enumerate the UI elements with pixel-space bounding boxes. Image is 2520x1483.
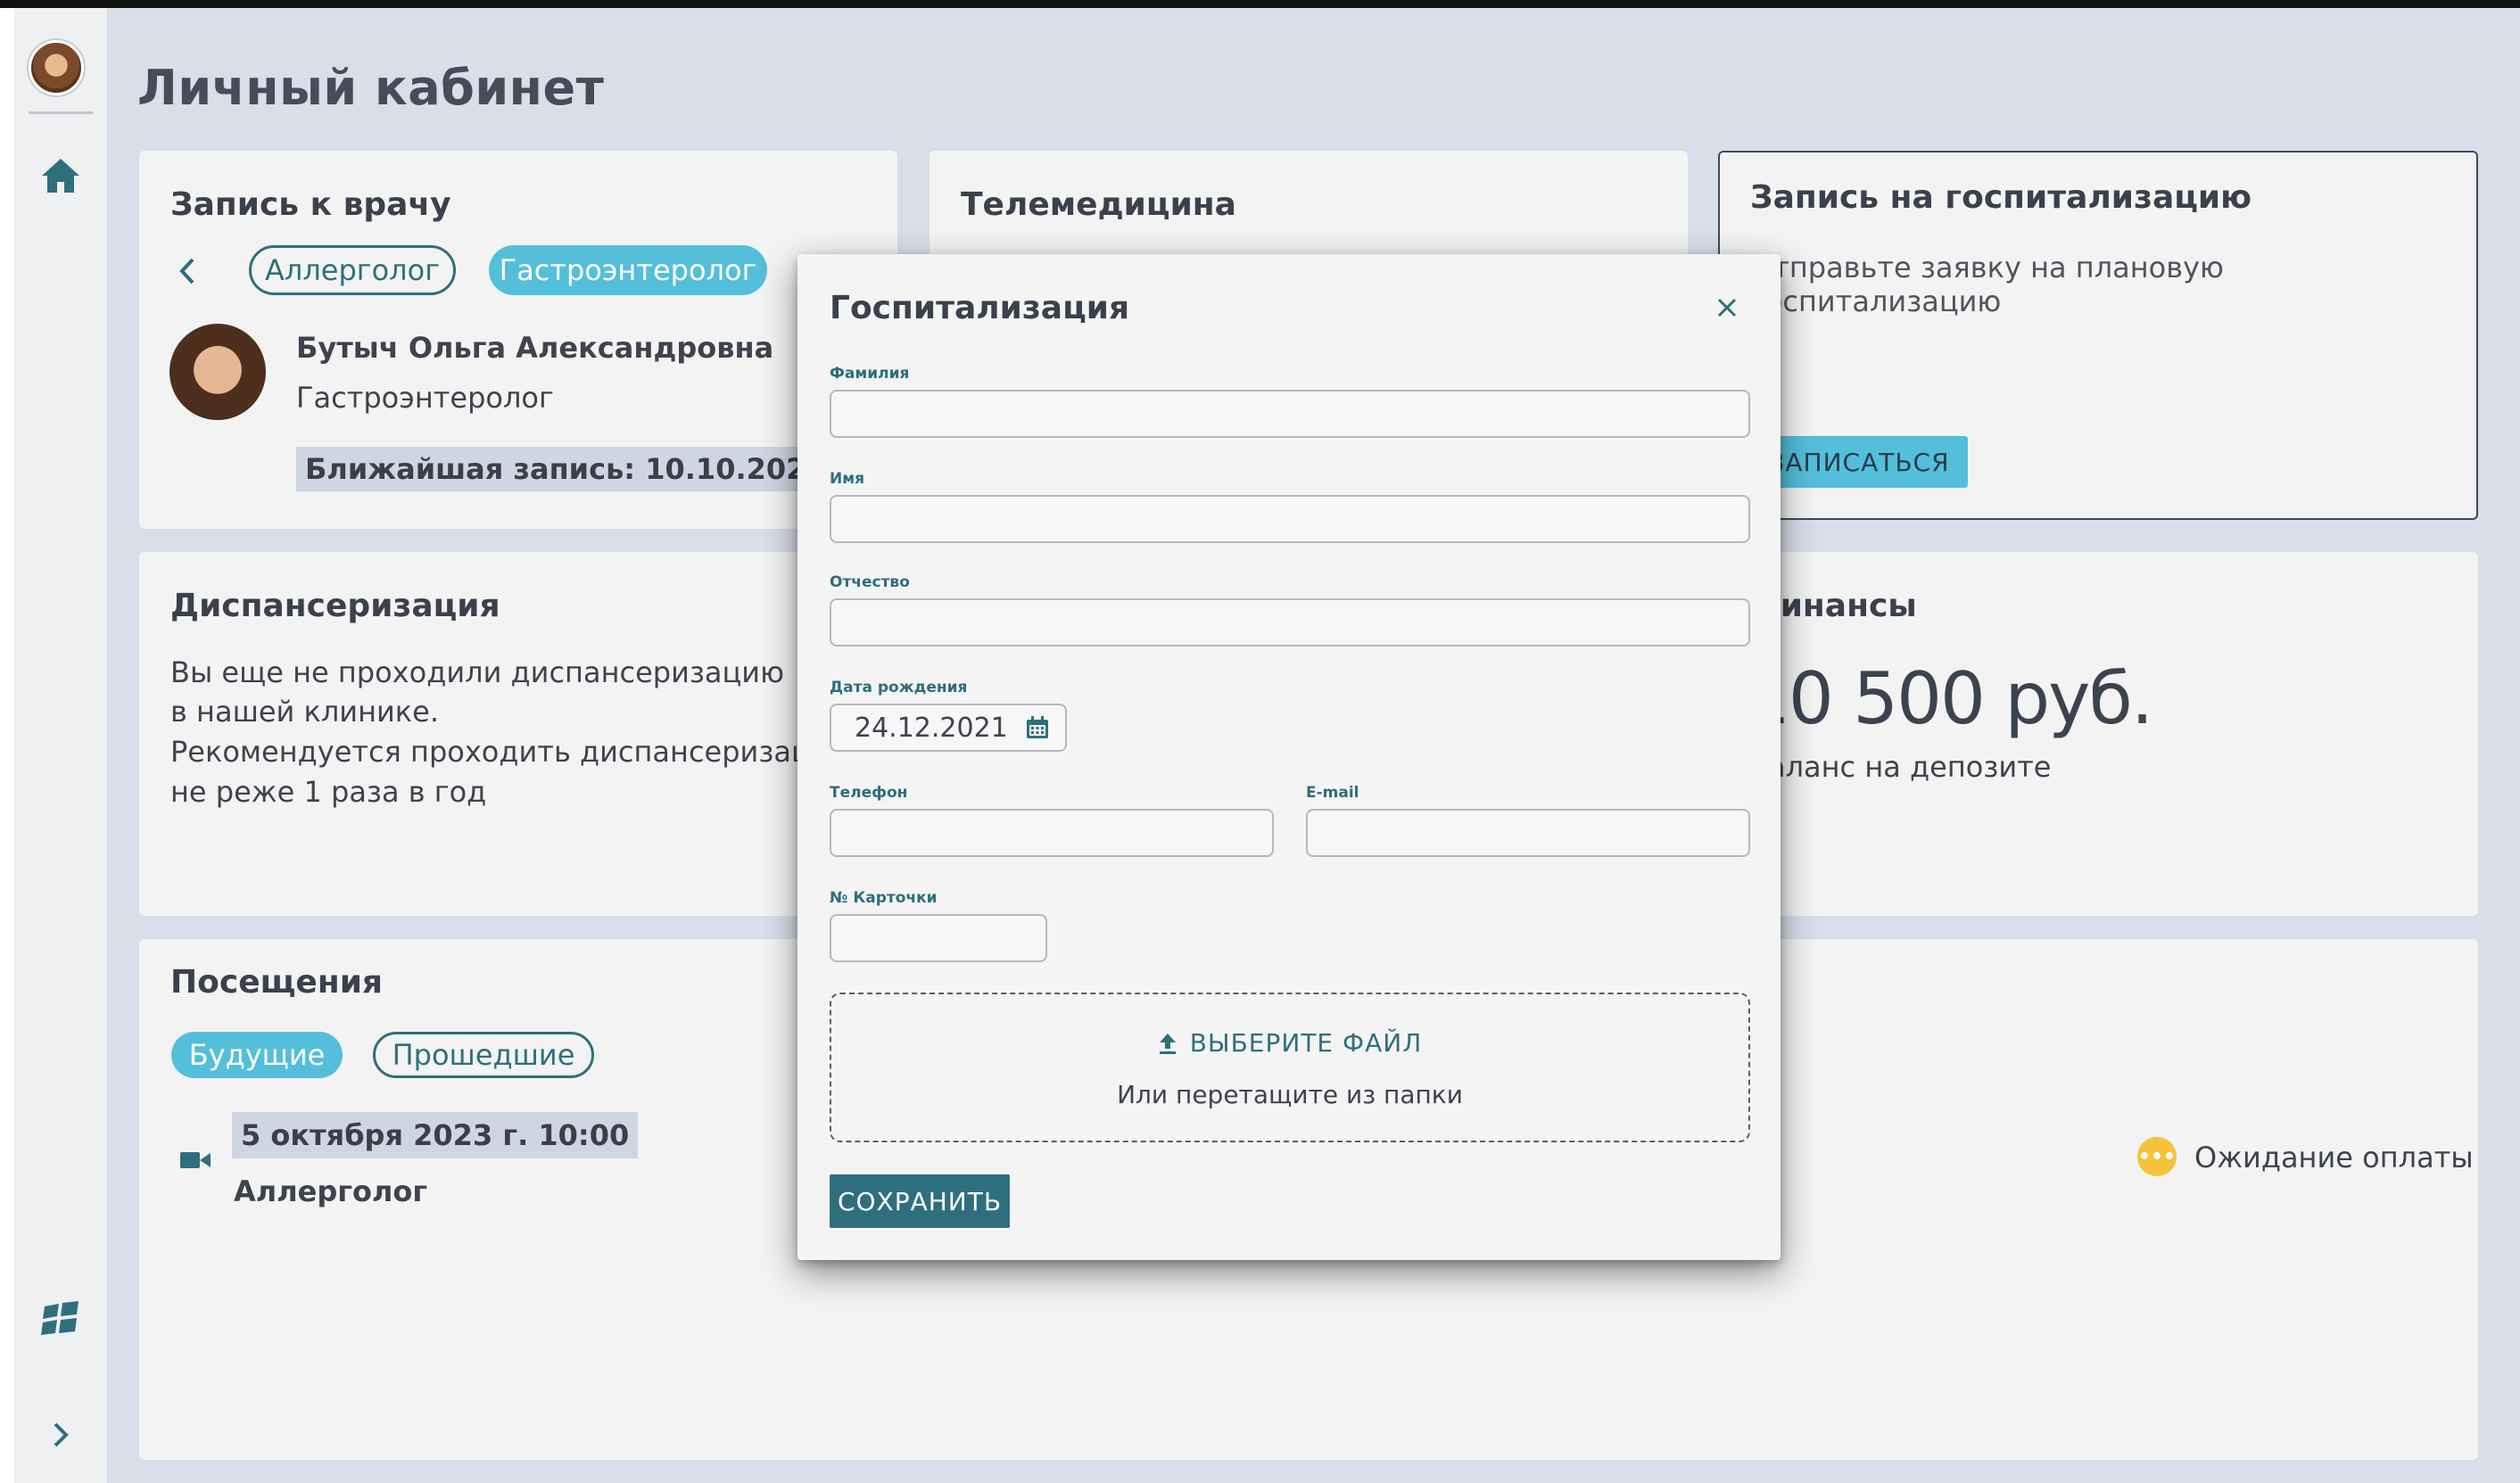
dispensary-title: Диспансеризация xyxy=(170,588,500,624)
home-icon[interactable] xyxy=(34,149,87,202)
sidebar xyxy=(14,8,107,1483)
doctor-specialty: Гастроэнтеролог xyxy=(296,381,554,415)
chevron-right-icon[interactable] xyxy=(34,1408,87,1462)
phone-label: Телефон xyxy=(830,784,908,802)
patronymic-input[interactable] xyxy=(830,598,1750,647)
appointment-title: Запись к врачу xyxy=(170,186,451,223)
calendar-icon[interactable] xyxy=(1026,716,1049,739)
pending-status-icon: ••• xyxy=(2137,1137,2177,1176)
save-button[interactable]: СОХРАНИТЬ xyxy=(830,1174,1010,1228)
nearest-appointment: Ближайшая запись: 10.10.2023 xyxy=(296,447,835,491)
dispensary-line-4: не реже 1 раза в год xyxy=(170,775,487,809)
visit-date: 5 октября 2023 г. 10:00 xyxy=(232,1112,639,1158)
chip-allergologist[interactable]: Аллерголог xyxy=(249,245,456,295)
choose-file-button[interactable]: ВЫБЕРИТЕ ФАЙЛ xyxy=(831,1028,1748,1058)
page-title: Личный кабинет xyxy=(137,60,605,116)
telemedicine-title: Телемедицина xyxy=(961,186,1236,223)
upload-icon xyxy=(1158,1032,1177,1055)
sign-up-button[interactable]: ЗАПИСАТЬСЯ xyxy=(1750,436,1968,488)
birthdate-label: Дата рождения xyxy=(830,679,968,696)
video-camera-icon xyxy=(180,1149,211,1171)
phone-input[interactable] xyxy=(830,809,1274,857)
close-icon[interactable] xyxy=(1709,290,1745,325)
dropzone-hint: Или перетащите из папки xyxy=(1117,1080,1463,1109)
visits-title: Посещения xyxy=(170,964,384,1001)
name-input[interactable] xyxy=(830,495,1750,543)
dispensary-line-1: Вы еще не проходили диспансеризацию xyxy=(170,655,785,689)
window-top-border xyxy=(0,0,2520,8)
user-avatar[interactable] xyxy=(29,40,84,95)
tab-past[interactable]: Прошедшие xyxy=(373,1032,594,1078)
hospitalization-card: Запись на госпитализацию Отправьте заявк… xyxy=(1718,151,2478,520)
chevron-left-icon[interactable] xyxy=(177,256,203,292)
surname-input[interactable] xyxy=(830,390,1750,438)
card-number-label: № Карточки xyxy=(830,889,938,907)
visit-status: Ожидание оплаты xyxy=(2194,1141,2474,1174)
modal-title: Госпитализация xyxy=(830,290,1130,326)
doctor-photo xyxy=(169,324,266,420)
email-label: E-mail xyxy=(1306,784,1359,802)
email-input[interactable] xyxy=(1306,809,1750,857)
card-number-input[interactable] xyxy=(830,914,1047,962)
hospitalization-title: Запись на госпитализацию xyxy=(1750,179,2252,216)
surname-label: Фамилия xyxy=(830,365,910,383)
name-label: Имя xyxy=(830,470,865,488)
birthdate-input[interactable]: 24.12.2021 xyxy=(830,704,1067,752)
chip-gastroenterologist[interactable]: Гастроэнтеролог xyxy=(489,245,767,295)
app-root: Личный кабинет Запись к врачу Аллерголог… xyxy=(14,8,2520,1483)
tab-future[interactable]: Будущие xyxy=(171,1032,343,1078)
dispensary-line-3: Рекомендуется проходить диспансеризацию xyxy=(170,735,854,769)
choose-file-label: ВЫБЕРИТЕ ФАЙЛ xyxy=(1189,1028,1423,1058)
visit-doctor: Аллерголог xyxy=(234,1174,428,1208)
hospitalization-modal: Госпитализация Фамилия Имя Отчество Дата… xyxy=(797,254,1781,1260)
dispensary-line-2: в нашей клинике. xyxy=(170,695,439,729)
finance-card: Финансы 10 500 руб. Баланс на депозите xyxy=(1718,552,2478,916)
doctor-name: Бутыч Ольга Александровна xyxy=(296,331,774,365)
sphere-icon[interactable] xyxy=(34,1292,87,1346)
finance-amount: 10 500 руб. xyxy=(1745,657,2153,740)
birthdate-value: 24.12.2021 xyxy=(855,712,1008,744)
sidebar-divider xyxy=(29,111,93,114)
file-dropzone[interactable]: ВЫБЕРИТЕ ФАЙЛ Или перетащите из папки xyxy=(830,993,1750,1142)
finance-caption: Баланс на депозите xyxy=(1748,750,2052,784)
patronymic-label: Отчество xyxy=(830,573,910,591)
hospitalization-description: Отправьте заявку на плановую госпитализа… xyxy=(1750,251,2224,318)
